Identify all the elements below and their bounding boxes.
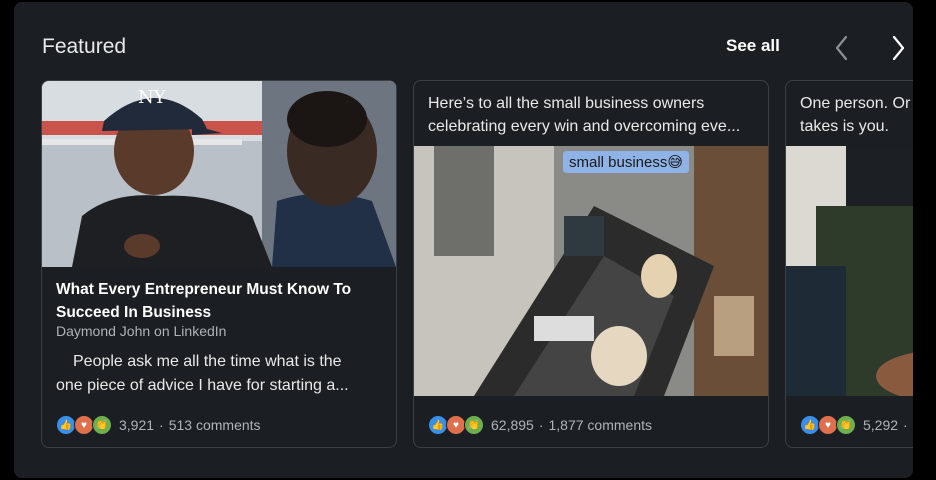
post-text-line: celebrating every win and overcoming eve… [428,118,741,135]
post-video-thumbnail: small business😅 [414,146,768,396]
carousel-prev-button[interactable] [828,33,858,63]
comments-count[interactable]: 1,877 comments [549,417,653,433]
article-image: NY [42,81,396,267]
reaction-count[interactable]: 5,292 [863,417,898,433]
like-reaction-icon: 👍 [800,415,820,435]
social-counts[interactable]: 👍 ♥ 👏 62,895 · 1,877 comments [428,414,652,436]
article-title: What Every Entrepreneur Must Know To Suc… [56,281,352,321]
svg-text:NY: NY [138,87,167,108]
article-snippet-line: People ask me all the time what is the [73,353,342,370]
article-snippet-line: one piece of advice I have for starting … [56,377,349,394]
featured-section: Featured See all NY What Every Entrepren… [14,2,913,478]
post-text-line: Here’s to all the small business owners [428,95,705,112]
reaction-count[interactable]: 3,921 [119,417,154,433]
chevron-right-icon [892,35,905,61]
chevron-left-icon [835,35,848,61]
like-reaction-icon: 👍 [56,415,76,435]
post-image [786,146,913,396]
separator-dot: · [538,417,544,433]
see-all-link[interactable]: See all [726,36,780,56]
love-reaction-icon: ♥ [446,415,466,435]
separator-dot: · [159,417,164,433]
love-reaction-icon: ♥ [74,415,94,435]
comments-count[interactable]: 513 comments [169,417,261,433]
carousel-next-button[interactable] [882,33,912,63]
post-text-line: takes is you. [800,118,889,135]
like-reaction-icon: 👍 [428,415,448,435]
separator-dot: · [903,417,908,433]
post-video-caption: small business😅 [563,151,690,173]
featured-card-post[interactable]: Here’s to all the small business owners … [413,80,769,448]
reaction-count[interactable]: 62,895 [491,417,534,433]
love-reaction-icon: ♥ [818,415,838,435]
featured-card-article[interactable]: NY What Every Entrepreneur Must Know To … [41,80,397,448]
celebrate-reaction-icon: 👏 [836,415,856,435]
celebrate-reaction-icon: 👏 [464,415,484,435]
post-text: One person. Or takes is you. [800,92,913,138]
celebrate-reaction-icon: 👏 [92,415,112,435]
social-counts[interactable]: 👍 ♥ 👏 3,921 · 513 comments [56,414,261,436]
featured-header: Featured See all [42,35,913,65]
featured-card-post[interactable]: One person. Or takes is you. 👍 ♥ 👏 5,292… [785,80,913,448]
post-text-line: One person. Or [800,95,911,112]
section-title: Featured [42,35,127,58]
article-snippet: People ask me all the time what is the o… [56,350,382,398]
post-text: Here’s to all the small business owners … [428,92,758,138]
social-counts[interactable]: 👍 ♥ 👏 5,292 · [800,414,913,436]
article-author: Daymond John on LinkedIn [56,323,227,339]
